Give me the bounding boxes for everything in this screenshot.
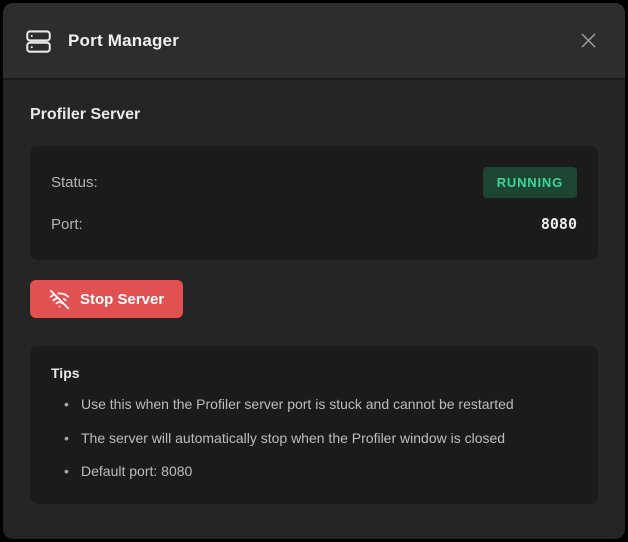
tips-list: Use this when the Profiler server port i…: [51, 395, 577, 482]
tips-title: Tips: [51, 365, 577, 381]
status-label: Status:: [51, 174, 98, 191]
status-panel: Status: RUNNING Port: 8080: [30, 146, 598, 260]
port-value: 8080: [541, 215, 577, 233]
stop-server-button[interactable]: Stop Server: [30, 280, 183, 318]
section-title: Profiler Server: [30, 106, 598, 124]
close-button[interactable]: [574, 26, 603, 55]
status-badge: RUNNING: [483, 167, 577, 198]
port-manager-dialog: Port Manager Profiler Server Status: RUN…: [3, 3, 625, 539]
screen-background: Port Manager Profiler Server Status: RUN…: [0, 0, 628, 542]
x-icon: [578, 30, 599, 51]
port-row: Port: 8080: [51, 205, 577, 243]
stop-server-label: Stop Server: [80, 291, 164, 308]
wifi-off-icon: [49, 289, 70, 310]
tip-item: Use this when the Profiler server port i…: [51, 395, 577, 415]
tip-item: Default port: 8080: [51, 462, 577, 482]
port-label: Port:: [51, 216, 83, 233]
tips-panel: Tips Use this when the Profiler server p…: [30, 346, 598, 504]
status-row: Status: RUNNING: [51, 163, 577, 201]
dialog-titlebar: Port Manager: [3, 3, 625, 80]
dialog-title: Port Manager: [68, 31, 179, 51]
dialog-content: Profiler Server Status: RUNNING Port: 80…: [3, 80, 625, 539]
tip-item: The server will automatically stop when …: [51, 429, 577, 449]
server-icon: [25, 26, 52, 56]
